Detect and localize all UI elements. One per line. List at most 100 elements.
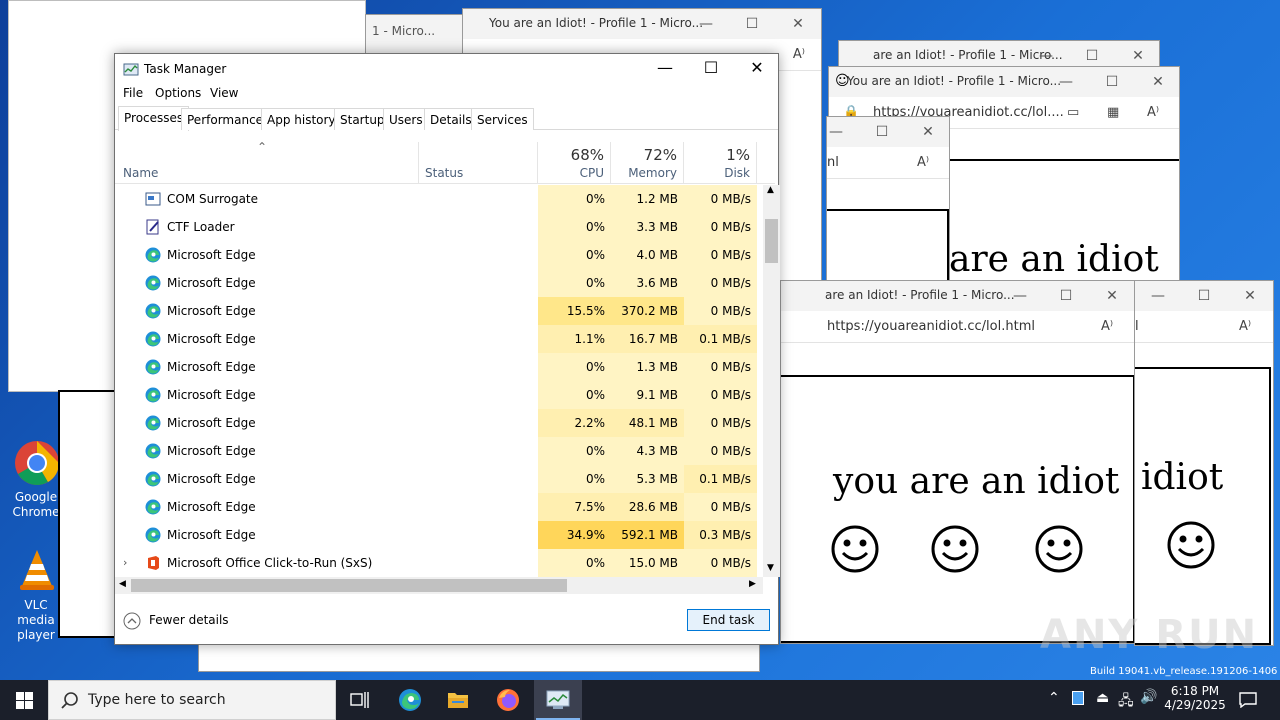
minimize-icon[interactable]: — (642, 54, 688, 84)
close-icon[interactable]: ✕ (1241, 287, 1259, 305)
network-icon[interactable]: 🖧 (1118, 690, 1134, 714)
taskbar-edge[interactable] (386, 680, 434, 720)
apps-icon[interactable]: ▦ (1107, 105, 1119, 120)
close-icon[interactable]: ✕ (1149, 73, 1167, 91)
minimize-icon[interactable]: — (697, 15, 715, 33)
edge-icon (145, 331, 161, 347)
table-row[interactable]: Microsoft Edge 7.5% 28.6 MB 0 MB/s (115, 493, 763, 521)
table-row[interactable]: Microsoft Edge 0% 1.3 MB 0 MB/s (115, 353, 763, 381)
maximize-icon[interactable]: ☐ (1103, 73, 1121, 91)
close-icon[interactable]: ✕ (734, 54, 780, 84)
scroll-thumb[interactable] (765, 219, 778, 263)
browser-window[interactable]: — ☐ ✕ nl A⁾ (826, 116, 950, 286)
taskbar-task-manager[interactable] (534, 680, 582, 720)
tab-app-history[interactable]: App history (261, 108, 342, 130)
tray-app-icon[interactable] (1072, 691, 1084, 705)
maximize-icon[interactable]: ☐ (873, 123, 891, 141)
end-task-button[interactable]: End task (687, 609, 770, 631)
read-aloud-icon[interactable]: A⁾ (1101, 319, 1113, 334)
table-row[interactable]: Microsoft Edge 0% 4.0 MB 0 MB/s (115, 241, 763, 269)
app-available-icon[interactable]: ▭ (1067, 105, 1079, 120)
address-bar[interactable]: nl A⁾ (827, 147, 949, 179)
address-bar[interactable]: https://youareanidiot.cc/lol.html A⁾ (781, 311, 1135, 343)
table-row[interactable]: Microsoft Edge 0% 3.6 MB 0 MB/s (115, 269, 763, 297)
close-icon[interactable]: ✕ (1103, 287, 1121, 305)
minimize-icon[interactable]: — (827, 123, 845, 141)
close-icon[interactable]: ✕ (919, 123, 937, 141)
menu-file[interactable]: File (123, 86, 143, 100)
browser-window-stub[interactable]: 1 - Micro... (365, 14, 465, 54)
maximize-icon[interactable]: ☐ (1057, 287, 1075, 305)
minimize-icon[interactable]: — (1057, 73, 1075, 91)
disk-cell: 0 MB/s (684, 437, 757, 465)
browser-window[interactable]: — ☐ ✕ l A⁾ idiot (1134, 280, 1274, 646)
column-memory[interactable]: 72% Memory (611, 142, 684, 184)
url-text: nl (827, 155, 839, 170)
scroll-up-icon[interactable]: ▲ (767, 185, 774, 195)
tab-users[interactable]: Users (383, 108, 429, 130)
volume-icon[interactable]: 🔊 (1140, 689, 1157, 705)
taskbar-firefox[interactable] (484, 680, 532, 720)
maximize-icon[interactable]: ☐ (1083, 47, 1101, 65)
tab-processes[interactable]: Processes (118, 106, 190, 131)
close-icon[interactable]: ✕ (1129, 47, 1147, 65)
notification-button[interactable] (1234, 680, 1264, 720)
table-row[interactable]: Microsoft Edge 34.9% 592.1 MB 0.3 MB/s (115, 521, 763, 549)
scroll-left-icon[interactable]: ◀ (119, 579, 126, 589)
minimize-icon[interactable]: — (1149, 287, 1167, 305)
column-cpu[interactable]: 68% CPU (538, 142, 611, 184)
scroll-thumb[interactable] (131, 579, 567, 592)
read-aloud-icon[interactable]: A⁾ (793, 47, 805, 62)
table-row[interactable]: Microsoft Edge 0% 5.3 MB 0.1 MB/s (115, 465, 763, 493)
window-title: Task Manager (144, 62, 227, 76)
column-disk[interactable]: 1% Disk (684, 142, 757, 184)
table-row[interactable]: CTF Loader 0% 3.3 MB 0 MB/s (115, 213, 763, 241)
table-row[interactable]: Microsoft Edge 2.2% 48.1 MB 0 MB/s (115, 409, 763, 437)
maximize-icon[interactable]: ☐ (1195, 287, 1213, 305)
window-titlebar: are an Idiot! - Profile 1 - Micro... — ☐… (781, 281, 1135, 311)
memory-cell: 4.0 MB (611, 241, 684, 269)
close-icon[interactable]: ✕ (789, 15, 807, 33)
expand-chevron-icon[interactable]: › (123, 549, 127, 577)
usb-icon[interactable]: ⏏ (1096, 690, 1109, 706)
start-button[interactable] (0, 680, 48, 720)
address-bar[interactable]: l A⁾ (1135, 311, 1273, 343)
search-box[interactable]: Type here to search (48, 680, 336, 720)
task-manager-window[interactable]: Task Manager — ☐ ✕ File Options View Pro… (114, 53, 780, 645)
read-aloud-icon[interactable]: A⁾ (917, 155, 929, 170)
column-status[interactable]: Status (419, 142, 538, 184)
process-name: Microsoft Edge (167, 416, 256, 430)
table-row[interactable]: Microsoft Edge 15.5% 370.2 MB 0 MB/s (115, 297, 763, 325)
scroll-right-icon[interactable]: ▶ (749, 579, 756, 589)
table-row[interactable]: › Microsoft Office Click-to-Run (SxS) 0% 15… (115, 549, 763, 577)
task-view-button[interactable] (336, 680, 384, 720)
tab-performance[interactable]: Performance (181, 108, 270, 130)
cpu-cell: 0% (538, 269, 611, 297)
horizontal-scrollbar[interactable]: ◀ ▶ (115, 577, 763, 594)
minimize-icon[interactable]: — (1037, 47, 1055, 65)
vertical-scrollbar[interactable]: ▲ ▼ (763, 185, 780, 577)
menu-view[interactable]: View (210, 86, 238, 100)
read-aloud-icon[interactable]: A⁾ (1239, 319, 1251, 334)
read-aloud-icon[interactable]: A⁾ (1147, 105, 1159, 120)
process-name: CTF Loader (167, 220, 235, 234)
table-row[interactable]: Microsoft Edge 0% 9.1 MB 0 MB/s (115, 381, 763, 409)
maximize-icon[interactable]: ☐ (688, 54, 734, 84)
maximize-icon[interactable]: ☐ (743, 15, 761, 33)
tab-details[interactable]: Details (424, 108, 478, 130)
column-name[interactable]: ⌃ Name (115, 140, 419, 184)
memory-cell: 3.6 MB (611, 269, 684, 297)
menu-options[interactable]: Options (155, 86, 201, 100)
window-titlebar: — ☐ ✕ (1135, 281, 1273, 311)
clock[interactable]: 6:18 PM 4/29/2025 (1160, 680, 1230, 720)
minimize-icon[interactable]: — (1011, 287, 1029, 305)
chevron-up-icon[interactable]: ⌃ (1048, 690, 1060, 706)
tab-services[interactable]: Services (471, 108, 534, 130)
scroll-down-icon[interactable]: ▼ (767, 563, 774, 573)
browser-window[interactable]: are an Idiot! - Profile 1 - Micro... — ☐… (780, 280, 1136, 644)
table-row[interactable]: Microsoft Edge 0% 4.3 MB 0 MB/s (115, 437, 763, 465)
table-row[interactable]: COM Surrogate 0% 1.2 MB 0 MB/s (115, 185, 763, 213)
window-title: are an Idiot! - Profile 1 - Micro... (825, 288, 1015, 302)
table-row[interactable]: Microsoft Edge 1.1% 16.7 MB 0.1 MB/s (115, 325, 763, 353)
taskbar-file-explorer[interactable] (434, 680, 482, 720)
